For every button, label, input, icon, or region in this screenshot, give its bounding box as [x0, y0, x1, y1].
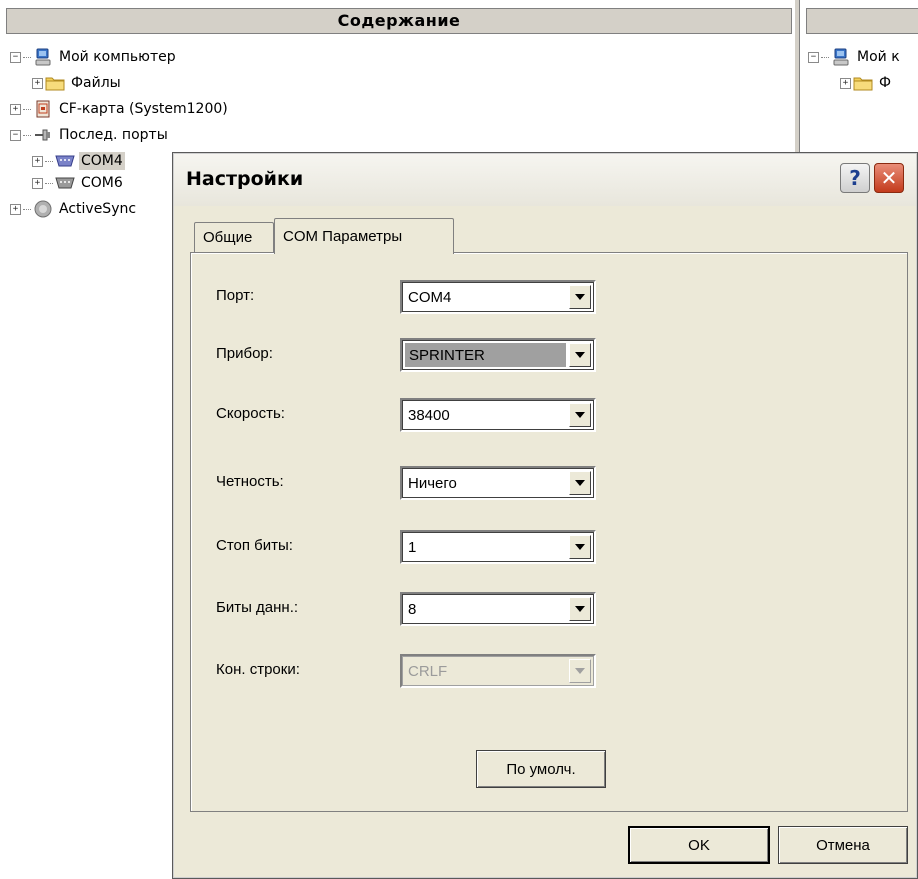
- speed-value: 38400: [408, 407, 450, 424]
- tree-connector: [45, 182, 53, 184]
- tree-item-my-computer[interactable]: − Мой компьютер: [10, 46, 178, 68]
- com-port-icon: [55, 174, 75, 192]
- speed-label: Скорость:: [216, 405, 285, 422]
- collapse-icon[interactable]: −: [10, 129, 21, 141]
- folder-icon: [45, 74, 65, 92]
- chevron-down-icon[interactable]: [569, 403, 591, 427]
- data-bits-select[interactable]: 8: [400, 592, 596, 626]
- ok-button[interactable]: OK: [628, 826, 770, 864]
- data-bits-value: 8: [408, 601, 417, 618]
- expand-icon[interactable]: +: [32, 155, 43, 167]
- expand-icon[interactable]: +: [10, 103, 21, 115]
- device-label: Прибор:: [216, 345, 273, 362]
- com-port-icon: [55, 152, 75, 170]
- chevron-down-icon[interactable]: [569, 285, 591, 309]
- tree-item-com4[interactable]: + COM4: [32, 150, 125, 172]
- line-end-select: CRLF: [400, 654, 596, 688]
- computer-icon: [33, 48, 53, 66]
- tree-connector: [23, 108, 31, 110]
- expand-icon[interactable]: +: [32, 177, 43, 189]
- tree-item-label: Послед. порты: [59, 127, 168, 143]
- device-value: SPRINTER: [405, 343, 566, 367]
- help-icon: ?: [849, 166, 861, 190]
- tree-item-label: Мой компьютер: [59, 49, 176, 65]
- help-button[interactable]: ?: [840, 163, 870, 193]
- tree-connector: [45, 160, 53, 162]
- close-icon: ✕: [880, 166, 898, 190]
- defaults-button[interactable]: По умолч.: [476, 750, 606, 788]
- parity-value: Ничего: [408, 475, 457, 492]
- speed-select[interactable]: 38400: [400, 398, 596, 432]
- chevron-down-icon[interactable]: [569, 343, 591, 367]
- chevron-down-icon[interactable]: [569, 597, 591, 621]
- serial-port-icon: [33, 126, 53, 144]
- parity-label: Четность:: [216, 473, 284, 490]
- device-select[interactable]: SPRINTER: [400, 338, 596, 372]
- line-end-value: CRLF: [408, 663, 448, 680]
- folder-icon: [853, 74, 873, 92]
- tree-item-files-right[interactable]: + Ф: [840, 72, 893, 94]
- port-select[interactable]: COM4: [400, 280, 596, 314]
- collapse-icon[interactable]: −: [10, 51, 21, 63]
- tree-connector: [23, 208, 31, 210]
- computer-icon: [831, 48, 851, 66]
- tree-connector: [821, 56, 829, 58]
- tree-item-activesync[interactable]: + ActiveSync: [10, 198, 138, 220]
- tab-general[interactable]: Общие: [194, 222, 274, 252]
- stop-bits-label: Стоп биты:: [216, 537, 293, 554]
- contents-header: Содержание: [6, 8, 792, 34]
- tree-connector: [23, 134, 31, 136]
- activesync-icon: [33, 200, 53, 218]
- tab-com-params[interactable]: COM Параметры: [274, 218, 454, 254]
- tree-item-label: Мой к: [857, 49, 900, 65]
- cf-card-icon: [33, 100, 53, 118]
- expand-icon[interactable]: +: [840, 77, 851, 89]
- chevron-down-icon[interactable]: [569, 535, 591, 559]
- tree-item-com6[interactable]: + COM6: [32, 172, 125, 194]
- tree-item-my-computer-right[interactable]: − Мой к: [808, 46, 902, 68]
- tree-item-label: Ф: [879, 75, 892, 91]
- dialog-title: Настройки: [186, 168, 304, 190]
- expand-icon[interactable]: +: [10, 203, 21, 215]
- chevron-down-icon: [569, 659, 591, 683]
- parity-select[interactable]: Ничего: [400, 466, 596, 500]
- tree-item-serial-ports[interactable]: − Послед. порты: [10, 124, 170, 146]
- tree-item-cf-card[interactable]: + CF-карта (System1200): [10, 98, 230, 120]
- stop-bits-value: 1: [408, 539, 417, 556]
- chevron-down-icon[interactable]: [569, 471, 591, 495]
- collapse-icon[interactable]: −: [808, 51, 819, 63]
- close-button[interactable]: ✕: [874, 163, 904, 193]
- stop-bits-select[interactable]: 1: [400, 530, 596, 564]
- tree-item-label: COM4: [79, 152, 125, 170]
- tree-item-label: COM6: [81, 175, 123, 191]
- tree-item-label: ActiveSync: [59, 201, 137, 217]
- tree-item-files[interactable]: + Файлы: [32, 72, 123, 94]
- right-panel-header: [806, 8, 918, 34]
- cancel-button[interactable]: Отмена: [778, 826, 908, 864]
- port-label: Порт:: [216, 287, 255, 304]
- tree-item-label: Файлы: [71, 75, 121, 91]
- tree-item-label: CF-карта (System1200): [59, 101, 228, 117]
- port-value: COM4: [408, 289, 452, 306]
- expand-icon[interactable]: +: [32, 77, 43, 89]
- tree-connector: [23, 56, 31, 58]
- data-bits-label: Биты данн.:: [216, 599, 299, 616]
- line-end-label: Кон. строки:: [216, 661, 300, 678]
